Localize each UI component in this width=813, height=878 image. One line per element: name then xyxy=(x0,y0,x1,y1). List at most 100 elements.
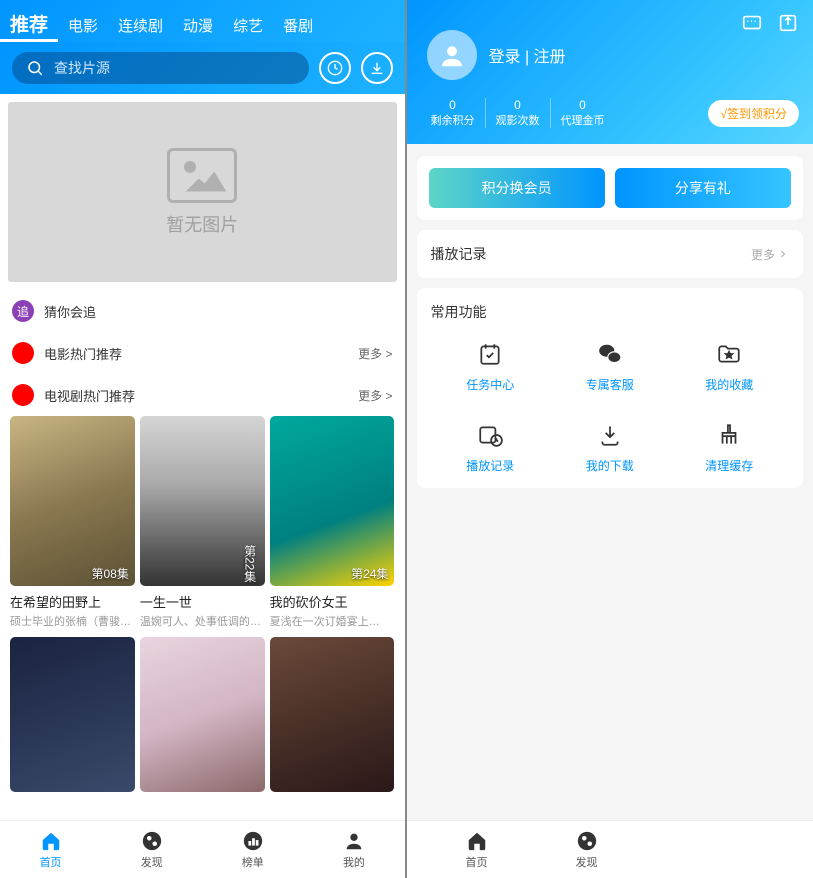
profile-header: 登录 | 注册 0剩余积分 0观影次数 0代理金币 √签到领积分 xyxy=(407,0,813,144)
vip-exchange-button[interactable]: 积分换会员 xyxy=(429,168,605,208)
tab-label: 我的 xyxy=(343,854,365,870)
func-label: 播放记录 xyxy=(466,457,514,474)
poster-item[interactable] xyxy=(140,637,265,792)
message-icon[interactable] xyxy=(741,12,763,34)
tab-label: 首页 xyxy=(466,854,488,870)
share-reward-button[interactable]: 分享有礼 xyxy=(615,168,791,208)
content-scroll[interactable]: 暂无图片 追 猜你会追 电影热门推荐 更多 > 电视剧热门推荐 更多 > 第08… xyxy=(0,94,405,820)
func-task-center[interactable]: 任务中心 xyxy=(431,340,551,393)
chevron-right-icon xyxy=(777,248,789,260)
search-input[interactable] xyxy=(54,60,295,76)
poster-image: 第24集 xyxy=(270,416,395,586)
tv-poster-row-2 xyxy=(0,637,405,792)
func-downloads[interactable]: 我的下载 xyxy=(550,421,670,474)
nav-tab-series[interactable]: 连续剧 xyxy=(108,11,173,40)
nav-tab-recommend[interactable]: 推荐 xyxy=(0,6,58,42)
checkin-button[interactable]: √签到领积分 xyxy=(708,100,799,127)
nav-tab-variety[interactable]: 综艺 xyxy=(223,11,273,40)
tv-poster-row: 第08集 在希望的田野上 硕士毕业的张楠（曹骏饰… 第22集 一生一世 温婉可人… xyxy=(0,416,405,629)
person-icon xyxy=(342,829,366,853)
more-link[interactable]: 更多 > xyxy=(358,345,392,362)
share-icon[interactable] xyxy=(777,12,799,34)
tab-label: 发现 xyxy=(141,854,163,870)
func-favorites[interactable]: 我的收藏 xyxy=(670,340,790,393)
poster-item[interactable]: 第24集 我的砍价女王 夏浅在一次订婚宴上… xyxy=(270,416,395,629)
poster-title: 一生一世 xyxy=(140,592,265,611)
tab-rank[interactable]: 榜单 xyxy=(202,821,303,878)
func-label: 我的下载 xyxy=(586,457,634,474)
more-link[interactable]: 更多 xyxy=(751,246,789,263)
stat-views[interactable]: 0观影次数 xyxy=(485,98,550,128)
history-icon[interactable] xyxy=(319,52,351,84)
bottom-tabbar: 首页 发现 榜单 我的 xyxy=(0,820,405,878)
poster-item[interactable]: 第08集 在希望的田野上 硕士毕业的张楠（曹骏饰… xyxy=(10,416,135,629)
section-guess: 追 猜你会追 xyxy=(0,290,405,332)
poster-subtitle: 温婉可人、处事低调的业… xyxy=(140,613,265,629)
task-icon xyxy=(475,340,505,368)
avatar[interactable] xyxy=(427,30,477,80)
home-icon xyxy=(39,829,63,853)
section-title: 电视剧热门推荐 xyxy=(44,386,348,405)
nav-tab-movie[interactable]: 电影 xyxy=(58,11,108,40)
tab-discover[interactable]: 发现 xyxy=(557,821,617,878)
login-register-link[interactable]: 登录 | 注册 xyxy=(489,43,566,67)
poster-image: 第22集 xyxy=(140,416,265,586)
history-panel: 播放记录 更多 xyxy=(417,230,804,278)
history-icon xyxy=(475,421,505,449)
poster-title: 我的砍价女王 xyxy=(270,592,395,611)
func-label: 清理缓存 xyxy=(705,457,753,474)
tab-label: 首页 xyxy=(40,854,62,870)
tab-label: 发现 xyxy=(576,854,598,870)
brush-icon xyxy=(714,421,744,449)
panel-title: 常用功能 xyxy=(431,302,790,322)
home-icon xyxy=(465,829,489,853)
download-icon[interactable] xyxy=(361,52,393,84)
func-clear-cache[interactable]: 清理缓存 xyxy=(670,421,790,474)
download-icon xyxy=(595,421,625,449)
func-label: 我的收藏 xyxy=(705,376,753,393)
discover-icon xyxy=(140,829,164,853)
section-bullet-icon xyxy=(12,342,34,364)
nav-tab-drama[interactable]: 番剧 xyxy=(273,11,323,40)
search-box[interactable] xyxy=(12,52,309,84)
poster-subtitle: 硕士毕业的张楠（曹骏饰… xyxy=(10,613,135,629)
poster-item[interactable] xyxy=(270,637,395,792)
image-placeholder-icon xyxy=(167,148,237,203)
poster-subtitle: 夏浅在一次订婚宴上… xyxy=(270,613,395,629)
search-bar xyxy=(0,42,405,94)
tab-home[interactable]: 首页 xyxy=(447,821,507,878)
func-support[interactable]: 专属客服 xyxy=(550,340,670,393)
poster-item[interactable]: 第22集 一生一世 温婉可人、处事低调的业… xyxy=(140,416,265,629)
tab-discover[interactable]: 发现 xyxy=(101,821,202,878)
stat-points[interactable]: 0剩余积分 xyxy=(421,98,485,128)
guess-badge-icon: 追 xyxy=(12,300,34,322)
home-screen: 推荐 电影 连续剧 动漫 综艺 番剧 暂无图片 追 猜你会追 电影热门推荐 更多 xyxy=(0,0,407,878)
folder-star-icon xyxy=(714,340,744,368)
tab-label: 榜单 xyxy=(242,854,264,870)
wechat-icon xyxy=(595,340,625,368)
tab-mine[interactable]: 我的 xyxy=(303,821,404,878)
panel-title: 播放记录 xyxy=(431,244,751,264)
more-link[interactable]: 更多 > xyxy=(358,387,392,404)
func-label: 专属客服 xyxy=(586,376,634,393)
nav-tab-anime[interactable]: 动漫 xyxy=(173,11,223,40)
func-label: 任务中心 xyxy=(466,376,514,393)
stat-coins[interactable]: 0代理金币 xyxy=(550,98,615,128)
search-icon xyxy=(26,59,44,77)
poster-image xyxy=(140,637,265,792)
episode-badge: 第08集 xyxy=(91,565,128,582)
functions-panel: 常用功能 任务中心 专属客服 我的收藏 播放记录 我的下载 xyxy=(417,288,804,488)
episode-badge: 第24集 xyxy=(351,565,388,582)
section-title: 猜你会追 xyxy=(44,302,393,321)
episode-badge: 第22集 xyxy=(242,545,259,582)
section-tv: 电视剧热门推荐 更多 > xyxy=(0,374,405,416)
mine-screen: 登录 | 注册 0剩余积分 0观影次数 0代理金币 √签到领积分 积分换会员 分… xyxy=(407,0,813,878)
hero-banner[interactable]: 暂无图片 xyxy=(8,102,397,282)
action-buttons: 积分换会员 分享有礼 xyxy=(417,156,804,220)
rank-icon xyxy=(241,829,265,853)
poster-image: 第08集 xyxy=(10,416,135,586)
poster-item[interactable] xyxy=(10,637,135,792)
tab-home[interactable]: 首页 xyxy=(0,821,101,878)
section-title: 电影热门推荐 xyxy=(44,344,348,363)
func-playback-history[interactable]: 播放记录 xyxy=(431,421,551,474)
